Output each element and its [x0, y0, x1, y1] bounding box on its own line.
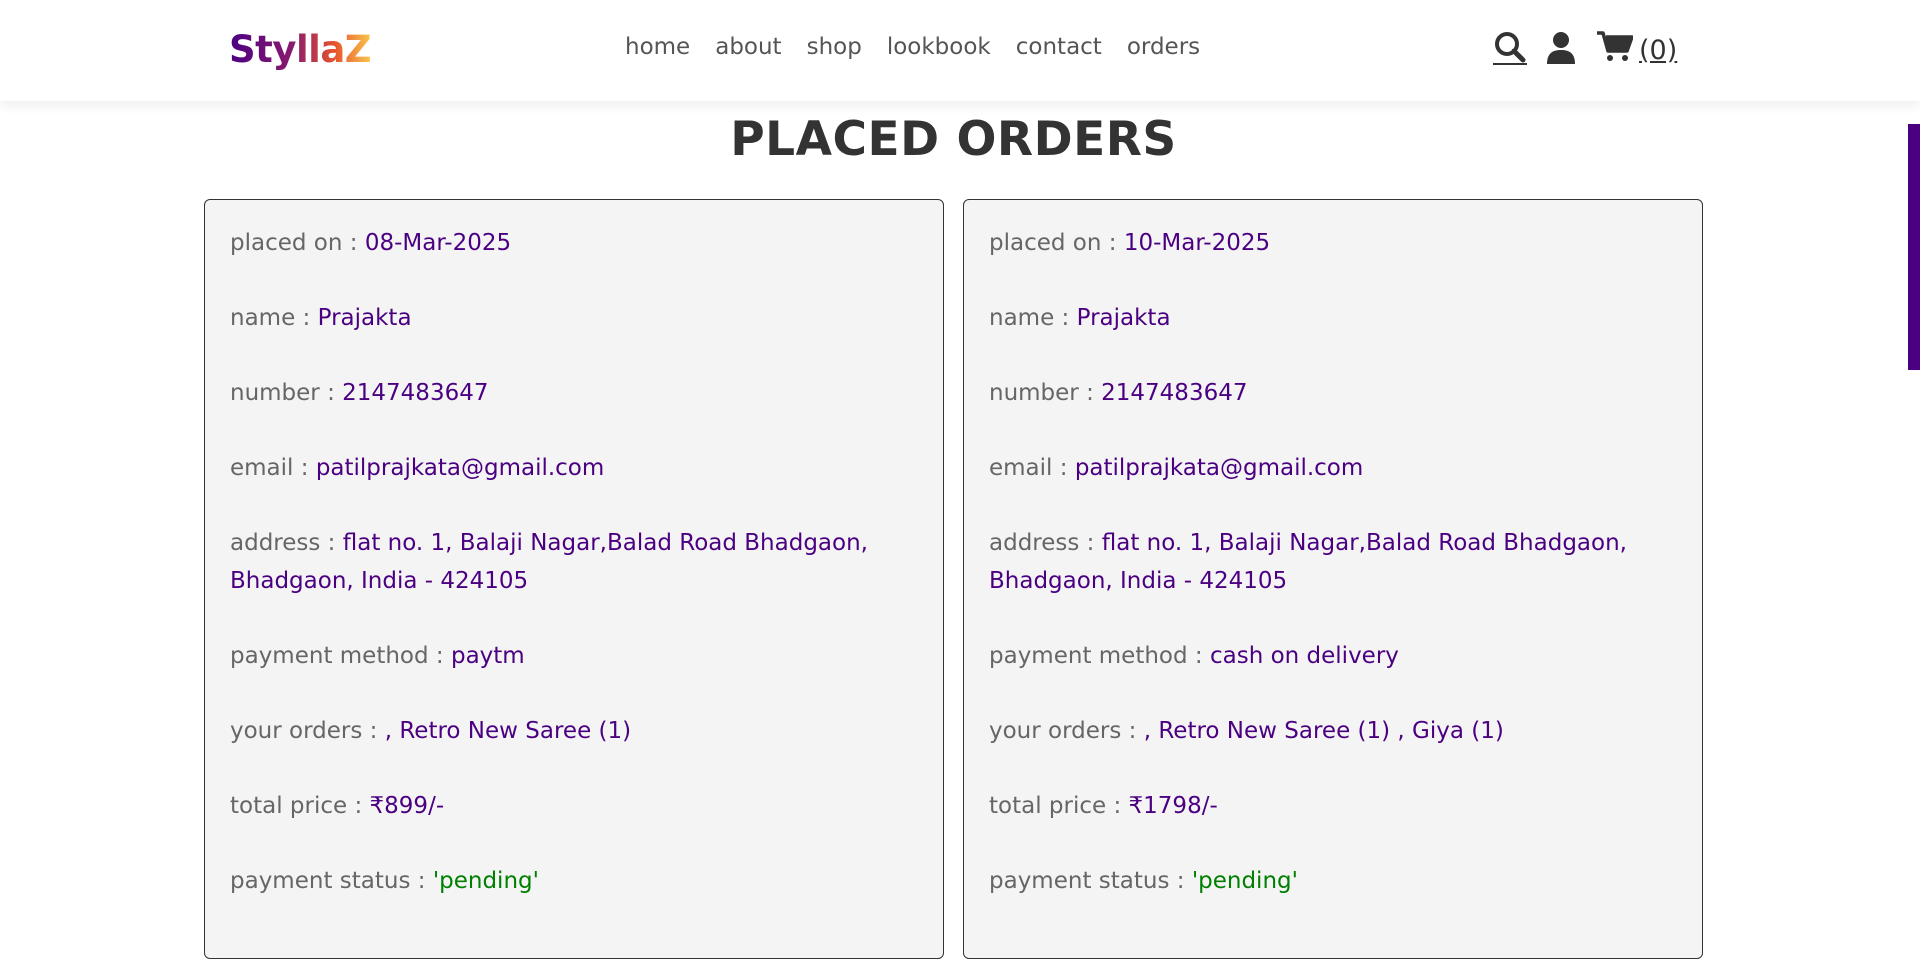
field-value: 2147483647 — [1101, 380, 1248, 406]
status-value: 'pending' — [1191, 868, 1298, 894]
order-name: name : Prajakta — [989, 299, 1679, 337]
header-icons: (0) — [1493, 30, 1677, 66]
cart-link[interactable]: (0) — [1597, 30, 1677, 66]
order-placed-on: placed on : 08-Mar-2025 — [230, 224, 920, 262]
order-payment-method: payment method : cash on delivery — [989, 637, 1679, 675]
order-total-price: total price : ₹899/- — [230, 787, 920, 825]
field-value: cash on delivery — [1209, 643, 1399, 669]
field-label: address : — [989, 530, 1102, 556]
field-value: 10-Mar-2025 — [1123, 230, 1271, 256]
cart-count: (0) — [1639, 35, 1678, 66]
site-header: StyllaZ home about shop lookbook contact… — [0, 0, 1920, 101]
scrollbar-thumb[interactable] — [1908, 124, 1920, 370]
field-value: ₹899/- — [369, 793, 445, 819]
field-label: your orders : — [230, 718, 385, 744]
order-card: placed on : 10-Mar-2025 name : Prajakta … — [963, 199, 1703, 959]
nav-shop[interactable]: shop — [807, 34, 862, 60]
field-value: Prajakta — [317, 305, 412, 331]
field-label: your orders : — [989, 718, 1144, 744]
field-label: payment method : — [230, 643, 451, 669]
nav-contact[interactable]: contact — [1016, 34, 1102, 60]
search-icon[interactable] — [1493, 31, 1527, 65]
status-value: 'pending' — [432, 868, 539, 894]
field-value: patilprajkata@gmail.com — [1074, 455, 1364, 481]
field-label: address : — [230, 530, 343, 556]
logo[interactable]: StyllaZ — [229, 28, 372, 71]
field-label: payment status : — [989, 868, 1192, 894]
field-label: payment method : — [989, 643, 1210, 669]
order-email: email : patilprajkata@gmail.com — [989, 449, 1679, 487]
field-value: 08-Mar-2025 — [364, 230, 512, 256]
order-payment-status: payment status : 'pending' — [230, 862, 920, 900]
order-email: email : patilprajkata@gmail.com — [230, 449, 920, 487]
field-label: email : — [230, 455, 316, 481]
field-label: number : — [989, 380, 1102, 406]
order-items: your orders : , Retro New Saree (1) , Gi… — [989, 712, 1679, 750]
order-card: placed on : 08-Mar-2025 name : Prajakta … — [204, 199, 944, 959]
field-label: email : — [989, 455, 1075, 481]
order-total-price: total price : ₹1798/- — [989, 787, 1679, 825]
order-number: number : 2147483647 — [989, 374, 1679, 412]
field-value: , Retro New Saree (1) — [384, 718, 632, 744]
order-address: address : flat no. 1, Balaji Nagar,Balad… — [989, 524, 1679, 600]
field-label: placed on : — [230, 230, 365, 256]
nav-about[interactable]: about — [715, 34, 781, 60]
field-label: name : — [989, 305, 1077, 331]
user-icon[interactable] — [1547, 32, 1575, 64]
page-title: PLACED ORDERS — [730, 112, 1177, 167]
field-label: total price : — [230, 793, 370, 819]
field-label: placed on : — [989, 230, 1124, 256]
nav-lookbook[interactable]: lookbook — [887, 34, 991, 60]
order-placed-on: placed on : 10-Mar-2025 — [989, 224, 1679, 262]
nav-home[interactable]: home — [625, 34, 690, 60]
field-value: ₹1798/- — [1128, 793, 1218, 819]
field-label: name : — [230, 305, 318, 331]
field-value: Prajakta — [1076, 305, 1171, 331]
field-value: patilprajkata@gmail.com — [315, 455, 605, 481]
order-items: your orders : , Retro New Saree (1) — [230, 712, 920, 750]
field-value: 2147483647 — [342, 380, 489, 406]
field-value: , Retro New Saree (1) , Giya (1) — [1143, 718, 1504, 744]
field-label: payment status : — [230, 868, 433, 894]
order-number: number : 2147483647 — [230, 374, 920, 412]
field-label: number : — [230, 380, 343, 406]
order-payment-method: payment method : paytm — [230, 637, 920, 675]
order-name: name : Prajakta — [230, 299, 920, 337]
cart-icon — [1597, 30, 1634, 66]
order-payment-status: payment status : 'pending' — [989, 862, 1679, 900]
field-value: paytm — [450, 643, 525, 669]
order-address: address : flat no. 1, Balaji Nagar,Balad… — [230, 524, 920, 600]
field-label: total price : — [989, 793, 1129, 819]
main-nav: home about shop lookbook contact orders — [625, 34, 1225, 60]
nav-orders[interactable]: orders — [1127, 34, 1200, 60]
